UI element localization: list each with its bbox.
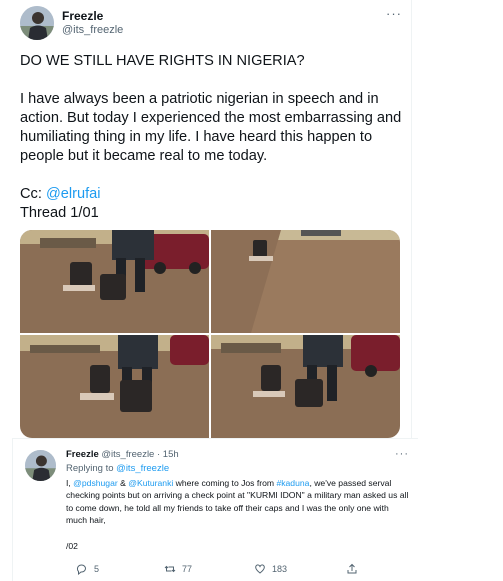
separator: · — [156, 449, 161, 460]
reply-button[interactable]: 5 — [76, 563, 99, 575]
heart-icon — [255, 564, 265, 574]
mention-link[interactable]: @elrufai — [46, 186, 101, 202]
main-tweet: Freezle @its_freezle ··· DO WE STILL HAV… — [0, 0, 412, 444]
tweet-cc-line: Cc: @elrufai — [20, 185, 405, 204]
photo-3[interactable] — [20, 335, 209, 438]
share-button[interactable] — [346, 563, 358, 575]
tweet-text: DO WE STILL HAVE RIGHTS IN NIGERIA? I ha… — [20, 52, 405, 223]
author-handle[interactable]: @its_freezle — [62, 24, 123, 36]
photo-2[interactable] — [211, 230, 400, 333]
avatar[interactable] — [20, 6, 54, 40]
reply-text: I, @pdshugar & @Kuturanki where coming t… — [66, 477, 411, 552]
reply-tweet: Freezle @its_freezle · 15h ··· Replying … — [12, 438, 418, 581]
action-bar: 5 77 183 — [66, 563, 366, 577]
mention-link[interactable]: @Kuturanki — [128, 478, 173, 488]
mention-link[interactable]: @pdshugar — [73, 478, 118, 488]
photo-grid — [20, 230, 400, 438]
author-name[interactable]: Freezle — [62, 9, 103, 23]
tweet-headline: DO WE STILL HAVE RIGHTS IN NIGERIA? — [20, 53, 305, 69]
author-handle[interactable]: @its_freezle — [101, 449, 154, 460]
reply-header: Freezle @its_freezle · 15h — [66, 449, 179, 460]
more-dots-icon[interactable]: ··· — [395, 448, 409, 460]
share-icon — [347, 563, 357, 574]
avatar-image — [20, 6, 54, 40]
retweet-count: 77 — [182, 564, 193, 574]
avatar[interactable] — [25, 450, 56, 481]
like-count: 183 — [272, 564, 288, 574]
author-name[interactable]: Freezle — [66, 449, 99, 460]
more-dots-icon[interactable]: ··· — [386, 6, 402, 21]
like-button[interactable]: 183 — [254, 563, 287, 575]
replying-to: Replying to @its_freezle — [66, 463, 169, 474]
replying-to-link[interactable]: @its_freezle — [116, 463, 169, 474]
reply-text-part: where coming to Jos from — [173, 478, 277, 488]
reply-icon — [76, 564, 86, 575]
thread-signature: /02 — [66, 541, 78, 552]
cc-prefix: Cc: — [20, 186, 46, 202]
reply-count: 5 — [94, 564, 100, 574]
retweet-icon — [164, 565, 176, 573]
retweet-button[interactable]: 77 — [164, 563, 192, 575]
replying-prefix: Replying to — [66, 463, 117, 474]
hashtag-link[interactable]: #kaduna — [276, 478, 309, 488]
avatar-image — [25, 450, 56, 481]
photo-4[interactable] — [211, 335, 400, 438]
reply-text-part: & — [117, 478, 129, 488]
photo-1[interactable] — [20, 230, 209, 333]
tweet-paragraph: I have always been a patriotic nigerian … — [20, 91, 402, 164]
timestamp[interactable]: 15h — [163, 449, 179, 460]
thread-label: Thread 1/01 — [20, 205, 99, 221]
